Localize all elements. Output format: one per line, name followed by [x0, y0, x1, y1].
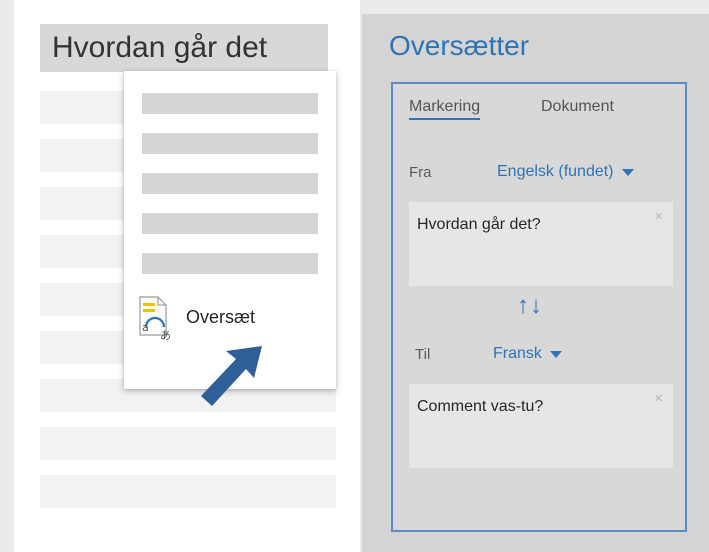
document-text-line: [40, 475, 336, 508]
pointer-arrow-icon: [201, 346, 262, 406]
target-text-box[interactable]: Comment vas-tu? ×: [409, 384, 673, 468]
chevron-down-icon: [621, 168, 634, 176]
translator-pane: Oversætter Markering Dokument Fra Engels…: [362, 14, 709, 552]
from-language-value: Engelsk (fundet): [497, 163, 614, 180]
svg-text:a: a: [142, 321, 149, 334]
translate-menu-label: Oversæt: [186, 306, 256, 327]
target-text: Comment vas-tu?: [417, 398, 544, 415]
to-language-value: Fransk: [493, 345, 542, 362]
context-menu-item[interactable]: [142, 93, 318, 114]
clear-target-icon[interactable]: ×: [654, 390, 663, 407]
tab-document[interactable]: Dokument: [541, 98, 614, 116]
context-menu-item[interactable]: [142, 173, 318, 194]
to-language-dropdown[interactable]: Fransk: [493, 345, 562, 363]
context-menu: a あ Oversæt: [124, 71, 336, 389]
from-label: Fra: [409, 164, 432, 181]
tab-selection[interactable]: Markering: [409, 98, 481, 120]
translator-title: Oversætter: [389, 30, 530, 61]
clear-source-icon[interactable]: ×: [654, 208, 663, 225]
document-heading[interactable]: Hvordan går det: [40, 24, 328, 72]
translator-panel: Markering Dokument Fra Engelsk (fundet) …: [391, 82, 687, 532]
source-text: Hvordan går det?: [417, 216, 541, 233]
swap-languages-icon[interactable]: ↑↓: [517, 292, 543, 320]
from-language-dropdown[interactable]: Engelsk (fundet): [497, 163, 634, 181]
translate-icon: a あ: [134, 289, 176, 345]
chevron-down-icon: [549, 350, 562, 358]
svg-text:あ: あ: [160, 329, 171, 342]
translate-menu-item[interactable]: a あ Oversæt: [134, 289, 326, 345]
context-menu-item[interactable]: [142, 213, 318, 234]
source-text-box[interactable]: Hvordan går det? ×: [409, 202, 673, 286]
document-text-line: [40, 427, 336, 460]
context-menu-item[interactable]: [142, 253, 318, 274]
context-menu-item[interactable]: [142, 133, 318, 154]
to-label: Til: [415, 346, 431, 363]
